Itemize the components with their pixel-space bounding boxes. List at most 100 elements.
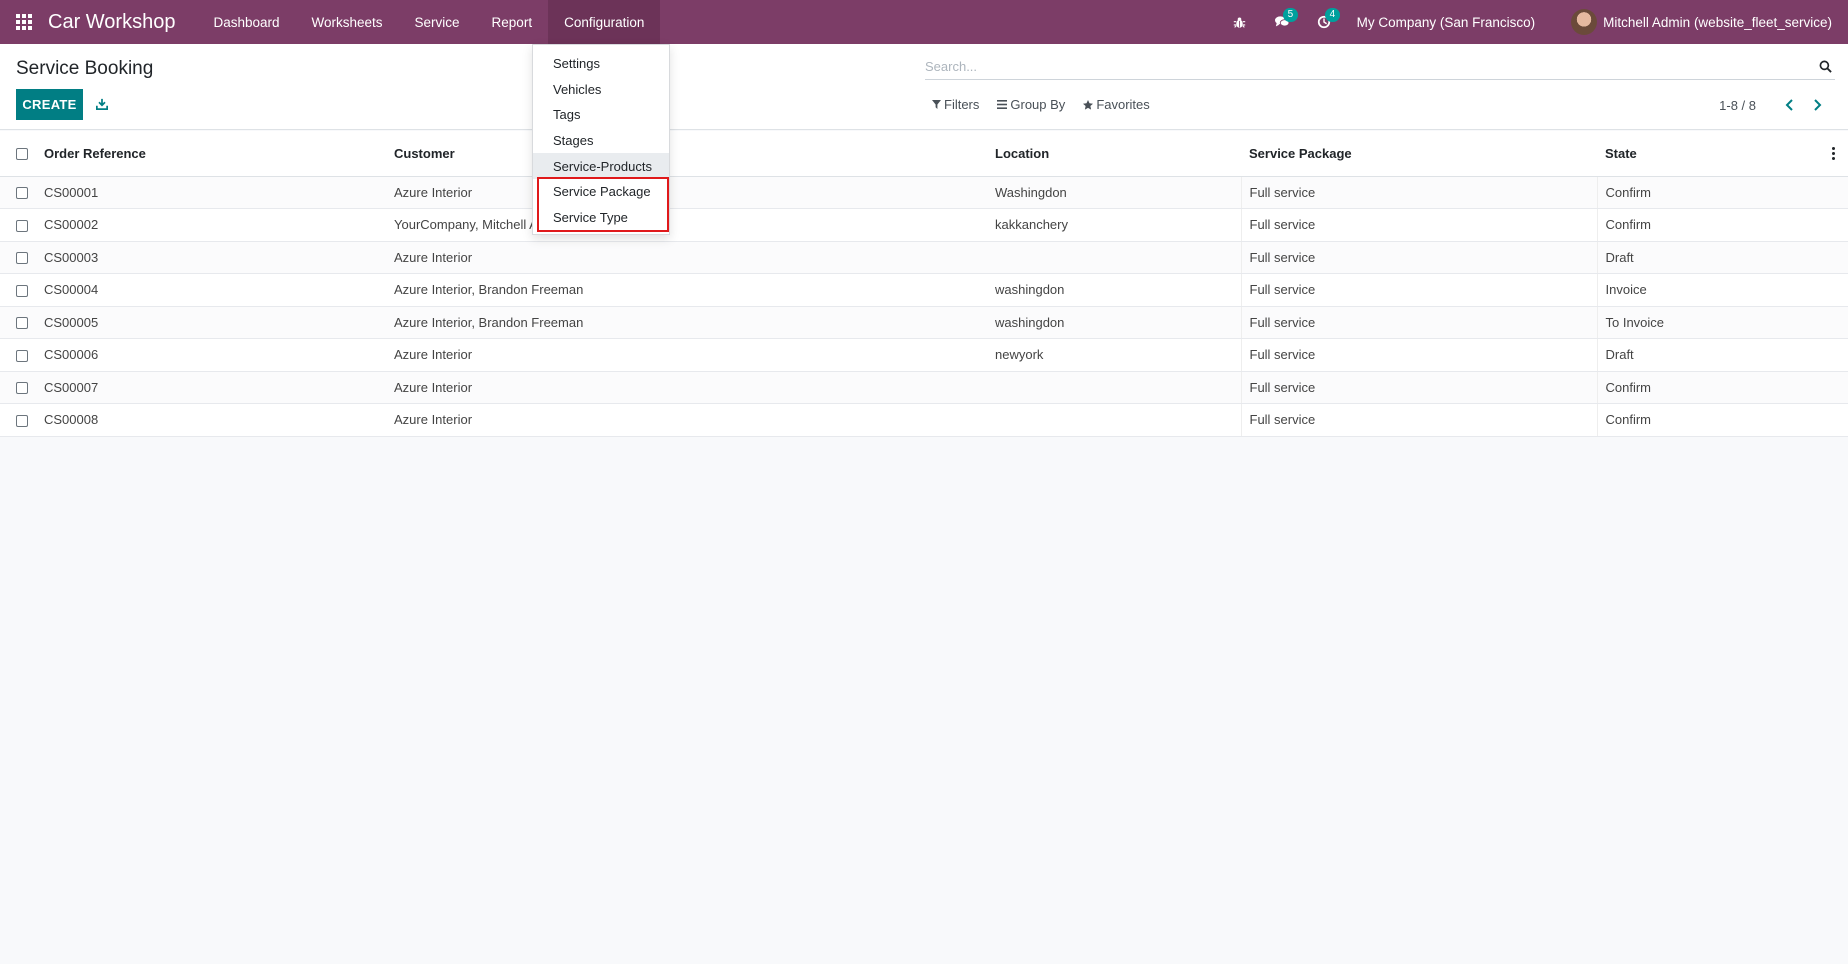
cell-state[interactable]: Invoice xyxy=(1596,273,1818,307)
search-options: Filters Group By Favorites xyxy=(932,97,1150,112)
group-by-button[interactable]: Group By xyxy=(997,97,1065,112)
cell-customer[interactable]: Azure Interior xyxy=(386,338,987,372)
list-view: Order Reference Customer Location Servic… xyxy=(0,131,1848,437)
cell-location[interactable] xyxy=(987,403,1241,437)
cell-state[interactable]: Confirm xyxy=(1596,403,1818,437)
cell-location[interactable] xyxy=(987,241,1241,274)
table-row[interactable]: CS00001 Azure Interior Washingdon Full serv… xyxy=(0,176,1848,209)
pager-next-icon[interactable] xyxy=(1808,96,1826,114)
cell-customer[interactable]: Azure Interior, Brandon Freeman xyxy=(386,306,987,339)
cell-service-package[interactable]: Full service xyxy=(1240,176,1597,209)
row-checkbox[interactable] xyxy=(16,187,28,200)
config-item-stages[interactable]: Stages xyxy=(533,128,669,154)
top-navbar: Car Workshop Dashboard Worksheets Servic… xyxy=(0,0,1848,44)
search-input[interactable] xyxy=(925,59,1815,74)
activities-clock-icon[interactable]: 4 xyxy=(1303,0,1345,44)
cell-customer[interactable]: Azure Interior xyxy=(386,371,987,404)
cell-customer[interactable]: YourCompany, Mitchell Admin xyxy=(386,208,987,242)
cell-state[interactable]: Draft xyxy=(1596,338,1818,372)
apps-menu-icon[interactable] xyxy=(0,0,48,44)
cell-state[interactable]: Draft xyxy=(1596,241,1818,274)
table-row[interactable]: CS00007 Azure Interior Full service Confirm xyxy=(0,371,1848,404)
row-checkbox[interactable] xyxy=(16,252,28,265)
cell-state[interactable]: Confirm xyxy=(1596,371,1818,404)
cell-customer[interactable]: Azure Interior xyxy=(386,176,987,209)
row-spacer-cell xyxy=(1818,306,1848,339)
cell-service-package[interactable]: Full service xyxy=(1240,403,1597,437)
menu-worksheets[interactable]: Worksheets xyxy=(296,0,399,44)
row-checkbox-cell xyxy=(0,176,36,209)
filters-button[interactable]: Filters xyxy=(932,97,979,112)
column-service-package[interactable]: Service Package xyxy=(1241,131,1597,177)
search-bar xyxy=(925,54,1835,80)
cell-location[interactable]: washingdon xyxy=(987,306,1241,339)
menu-dashboard[interactable]: Dashboard xyxy=(197,0,295,44)
table-row[interactable]: CS00006 Azure Interior newyork Full service… xyxy=(0,338,1848,372)
row-checkbox[interactable] xyxy=(16,219,28,232)
cell-service-package[interactable]: Full service xyxy=(1240,241,1597,274)
user-menu[interactable]: Mitchell Admin (website_fleet_service) xyxy=(1555,9,1832,35)
cell-customer[interactable]: Azure Interior xyxy=(386,241,987,274)
cell-service-package[interactable]: Full service xyxy=(1240,208,1597,242)
cell-service-package[interactable]: Full service xyxy=(1240,273,1597,307)
pager-value[interactable]: 1-8 / 8 xyxy=(1719,98,1756,113)
cell-state[interactable]: Confirm xyxy=(1596,208,1818,242)
menu-service[interactable]: Service xyxy=(399,0,476,44)
column-location[interactable]: Location xyxy=(987,131,1241,177)
menu-configuration[interactable]: Configuration xyxy=(548,0,661,44)
app-title[interactable]: Car Workshop xyxy=(48,11,175,34)
table-row[interactable]: CS00005 Azure Interior, Brandon Freeman wa… xyxy=(0,306,1848,339)
table-row[interactable]: CS00002 YourCompany, Mitchell Admin kakkan… xyxy=(0,208,1848,242)
debug-bug-icon[interactable] xyxy=(1219,0,1261,44)
cell-location[interactable]: washingdon xyxy=(987,273,1241,307)
cell-order-reference[interactable]: CS00001 xyxy=(36,176,386,209)
cell-order-reference[interactable]: CS00004 xyxy=(36,273,386,307)
cell-state[interactable]: To Invoice xyxy=(1596,306,1818,339)
table-row[interactable]: CS00008 Azure Interior Full service Confirm xyxy=(0,403,1848,437)
config-item-service-type[interactable]: Service Type xyxy=(533,205,669,231)
download-export-icon[interactable] xyxy=(90,92,114,116)
cell-service-package[interactable]: Full service xyxy=(1240,371,1597,404)
cell-order-reference[interactable]: CS00007 xyxy=(36,371,386,404)
search-icon[interactable] xyxy=(1815,57,1835,77)
messages-count-badge: 5 xyxy=(1282,8,1299,22)
column-customer[interactable]: Customer xyxy=(386,131,987,177)
select-all-checkbox[interactable] xyxy=(16,148,28,161)
cell-customer[interactable]: Azure Interior xyxy=(386,403,987,437)
config-item-settings[interactable]: Settings xyxy=(533,51,669,77)
company-switcher[interactable]: My Company (San Francisco) xyxy=(1345,15,1556,30)
config-item-vehicles[interactable]: Vehicles xyxy=(533,77,669,103)
cell-location[interactable]: kakkanchery xyxy=(987,208,1241,242)
pager-previous-icon[interactable] xyxy=(1780,96,1798,114)
table-row[interactable]: CS00004 Azure Interior, Brandon Freeman wa… xyxy=(0,273,1848,307)
row-checkbox-cell xyxy=(0,371,36,404)
column-state[interactable]: State xyxy=(1597,131,1818,177)
cell-order-reference[interactable]: CS00003 xyxy=(36,241,386,274)
row-checkbox[interactable] xyxy=(16,349,28,362)
row-checkbox[interactable] xyxy=(16,414,28,427)
cell-order-reference[interactable]: CS00008 xyxy=(36,403,386,437)
cell-order-reference[interactable]: CS00005 xyxy=(36,306,386,339)
cell-service-package[interactable]: Full service xyxy=(1240,306,1597,339)
config-item-tags[interactable]: Tags xyxy=(533,102,669,128)
cell-location[interactable] xyxy=(987,371,1241,404)
config-item-service-package[interactable]: Service Package xyxy=(533,179,669,205)
menu-report[interactable]: Report xyxy=(476,0,549,44)
row-checkbox[interactable] xyxy=(16,317,28,330)
messages-chat-icon[interactable]: 5 xyxy=(1261,0,1303,44)
favorites-button[interactable]: Favorites xyxy=(1083,97,1150,112)
column-order-reference[interactable]: Order Reference xyxy=(36,131,386,177)
cell-customer[interactable]: Azure Interior, Brandon Freeman xyxy=(386,273,987,307)
table-row[interactable]: CS00003 Azure Interior Full service Draft xyxy=(0,241,1848,274)
optional-columns-toggle[interactable] xyxy=(1818,131,1848,177)
create-button[interactable]: CREATE xyxy=(16,89,83,120)
config-item-service-products[interactable]: Service-Products xyxy=(533,153,669,179)
cell-service-package[interactable]: Full service xyxy=(1240,338,1597,372)
row-checkbox[interactable] xyxy=(16,284,28,297)
row-checkbox[interactable] xyxy=(16,382,28,395)
cell-location[interactable]: Washingdon xyxy=(987,176,1241,209)
cell-order-reference[interactable]: CS00002 xyxy=(36,208,386,242)
cell-order-reference[interactable]: CS00006 xyxy=(36,338,386,372)
cell-state[interactable]: Confirm xyxy=(1596,176,1818,209)
cell-location[interactable]: newyork xyxy=(987,338,1241,372)
